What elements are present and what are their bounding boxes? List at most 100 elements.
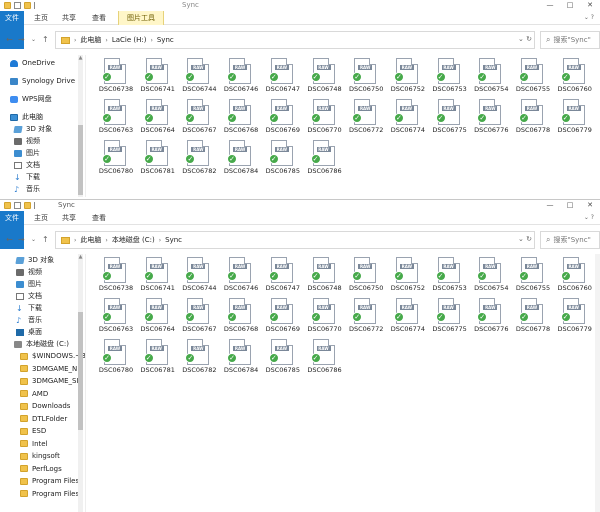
file-item[interactable]: RAW ✓ DSC06763	[96, 99, 136, 137]
minimize-icon[interactable]: —	[540, 0, 560, 11]
file-item[interactable]: RAW ✓ DSC06786	[305, 339, 345, 377]
file-item[interactable]: RAW ✓ DSC06782	[179, 140, 219, 178]
tab-share[interactable]: 共享	[58, 11, 80, 25]
file-item[interactable]: RAW ✓ DSC06778	[513, 298, 553, 336]
close-icon[interactable]: ✕	[580, 0, 600, 11]
tab-share[interactable]: 共享	[58, 211, 80, 225]
file-item[interactable]: RAW ✓ DSC06786	[305, 140, 345, 178]
file-item[interactable]: RAW ✓ DSC06780	[96, 339, 136, 377]
breadcrumb-drive[interactable]: LaCie (H:)	[112, 36, 147, 44]
file-item[interactable]: RAW ✓ DSC06769	[263, 99, 303, 137]
file-item[interactable]: RAW ✓ DSC06774	[388, 298, 428, 336]
file-item[interactable]: RAW ✓ DSC06755	[513, 58, 553, 96]
maximize-icon[interactable]: □	[560, 0, 580, 11]
tab-home[interactable]: 主页	[30, 11, 52, 25]
tab-view[interactable]: 查看	[88, 11, 110, 25]
nav-item[interactable]: AMD	[0, 388, 85, 401]
nav-item[interactable]: 3DMGAME_SI	[0, 375, 85, 388]
file-item[interactable]: RAW ✓ DSC06785	[263, 140, 303, 178]
search-input[interactable]	[553, 236, 599, 244]
file-item[interactable]: RAW ✓ DSC06775	[430, 298, 470, 336]
search-box[interactable]: ⌕	[540, 31, 600, 49]
nav-item[interactable]: $WINDOWS.~BT	[0, 350, 85, 363]
scroll-up-icon[interactable]: ▲	[78, 55, 83, 61]
file-item[interactable]: RAW ✓ DSC06763	[96, 298, 136, 336]
nav-item[interactable]: 3DMGAME_N	[0, 363, 85, 376]
scroll-thumb[interactable]	[78, 312, 83, 430]
nav-item[interactable]: 此电脑	[0, 111, 85, 123]
nav-item[interactable]: ♪ 音乐	[0, 183, 85, 195]
back-icon[interactable]: ←	[6, 35, 13, 44]
nav-item[interactable]: 图片	[0, 147, 85, 159]
file-item[interactable]: RAW ✓ DSC06769	[263, 298, 303, 336]
nav-item[interactable]: DTLFolder	[0, 413, 85, 426]
file-item[interactable]: RAW ✓ DSC06753	[430, 257, 470, 295]
nav-item[interactable]: ♪ 音乐	[0, 314, 85, 326]
navigation-scrollbar[interactable]: ▲	[78, 55, 83, 197]
new-folder-icon[interactable]	[24, 202, 31, 209]
navigation-scrollbar[interactable]: ▲	[78, 254, 83, 512]
recent-dropdown-icon[interactable]: ⌄	[31, 236, 36, 243]
up-icon[interactable]: ↑	[42, 235, 49, 244]
file-item[interactable]: RAW ✓ DSC06744	[179, 257, 219, 295]
nav-item[interactable]: Intel	[0, 438, 85, 451]
file-item[interactable]: RAW ✓ DSC06785	[263, 339, 303, 377]
file-item[interactable]: RAW ✓ DSC06778	[513, 99, 553, 137]
nav-item[interactable]: 本地磁盘 (C:)	[0, 338, 85, 350]
file-item[interactable]: RAW ✓ DSC06772	[346, 99, 386, 137]
address-bar[interactable]: › 此电脑 › LaCie (H:) › Sync ⌄ ↻	[55, 31, 535, 49]
file-item[interactable]: RAW ✓ DSC06752	[388, 257, 428, 295]
file-item[interactable]: RAW ✓ DSC06746	[221, 257, 261, 295]
nav-item[interactable]: ↓ 下载	[0, 171, 85, 183]
file-item[interactable]: RAW ✓ DSC06772	[346, 298, 386, 336]
file-item[interactable]: RAW ✓ DSC06774	[388, 99, 428, 137]
forward-icon[interactable]: →	[18, 235, 25, 244]
tab-view[interactable]: 查看	[88, 211, 110, 225]
file-item[interactable]: RAW ✓ DSC06784	[221, 339, 261, 377]
back-icon[interactable]: ←	[6, 235, 13, 244]
file-item[interactable]: RAW ✓ DSC06776	[471, 99, 511, 137]
nav-item[interactable]: 文档	[0, 290, 85, 302]
file-item[interactable]: RAW ✓ DSC06755	[513, 257, 553, 295]
properties-icon[interactable]	[14, 202, 21, 209]
properties-icon[interactable]	[14, 2, 21, 9]
refresh-icon[interactable]: ⌄ ↻	[518, 235, 532, 243]
file-item[interactable]: RAW ✓ DSC06784	[221, 140, 261, 178]
ribbon-expand-icon[interactable]: ⌄ ?	[584, 214, 594, 221]
tab-picture-tools[interactable]: 图片工具	[118, 11, 164, 25]
scroll-thumb[interactable]	[78, 125, 83, 195]
file-item[interactable]: RAW ✓ DSC06748	[305, 257, 345, 295]
nav-item[interactable]: Downloads	[0, 400, 85, 413]
file-item[interactable]: RAW ✓ DSC06775	[430, 99, 470, 137]
file-item[interactable]: RAW ✓ DSC06748	[305, 58, 345, 96]
nav-item[interactable]: ↓ 下载	[0, 302, 85, 314]
breadcrumb-this-pc[interactable]: 此电脑	[80, 35, 101, 45]
file-item[interactable]: RAW ✓ DSC06779	[555, 99, 595, 137]
breadcrumb-sync[interactable]: Sync	[165, 236, 182, 244]
file-item[interactable]: RAW ✓ DSC06782	[179, 339, 219, 377]
close-icon[interactable]: ✕	[580, 200, 600, 211]
file-item[interactable]: RAW ✓ DSC06767	[179, 99, 219, 137]
up-icon[interactable]: ↑	[42, 35, 49, 44]
nav-item[interactable]: kingsoft	[0, 450, 85, 463]
nav-item[interactable]: 图片	[0, 278, 85, 290]
file-item[interactable]: RAW ✓ DSC06764	[138, 298, 178, 336]
refresh-icon[interactable]: ⌄ ↻	[518, 35, 532, 43]
search-box[interactable]: ⌕	[540, 231, 600, 249]
file-item[interactable]: RAW ✓ DSC06760	[555, 58, 595, 96]
file-item[interactable]: RAW ✓ DSC06754	[471, 257, 511, 295]
tab-home[interactable]: 主页	[30, 211, 52, 225]
file-item[interactable]: RAW ✓ DSC06770	[305, 99, 345, 137]
file-item[interactable]: RAW ✓ DSC06760	[555, 257, 595, 295]
search-input[interactable]	[553, 36, 599, 44]
file-item[interactable]: RAW ✓ DSC06750	[346, 257, 386, 295]
breadcrumb-this-pc[interactable]: 此电脑	[80, 235, 101, 245]
address-bar[interactable]: › 此电脑 › 本地磁盘 (C:) › Sync ⌄ ↻	[55, 231, 535, 249]
nav-item[interactable]: 视频	[0, 266, 85, 278]
file-item[interactable]: RAW ✓ DSC06738	[96, 257, 136, 295]
file-item[interactable]: RAW ✓ DSC06764	[138, 99, 178, 137]
file-item[interactable]: RAW ✓ DSC06746	[221, 58, 261, 96]
nav-item[interactable]: 文档	[0, 159, 85, 171]
nav-item[interactable]: 3D 对象	[0, 254, 85, 266]
file-item[interactable]: RAW ✓ DSC06768	[221, 99, 261, 137]
